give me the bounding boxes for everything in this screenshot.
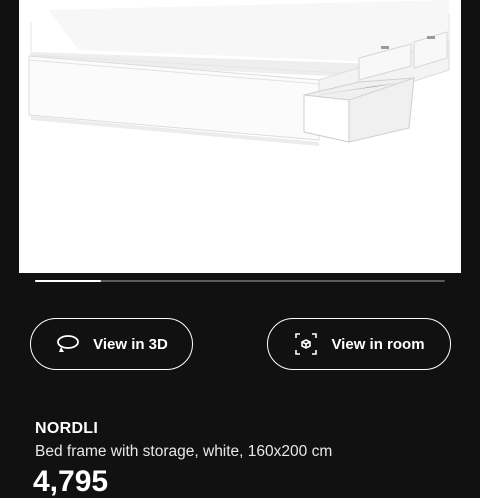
- product-description: Bed frame with storage, white, 160x200 c…: [35, 443, 333, 460]
- view-in-room-button[interactable]: View in room: [267, 318, 451, 370]
- ar-cube-icon: [293, 331, 319, 357]
- product-price: 4,795: [33, 465, 109, 498]
- view-in-room-label: View in room: [331, 335, 425, 353]
- carousel-progress-fill: [35, 280, 101, 282]
- view-in-3d-button[interactable]: View in 3D: [30, 318, 193, 370]
- view-in-3d-label: View in 3D: [93, 335, 168, 353]
- product-image[interactable]: [19, 0, 461, 273]
- bed-frame-illustration: [28, 0, 450, 146]
- rotate-3d-icon: [55, 331, 81, 357]
- image-carousel-progress[interactable]: [35, 280, 445, 282]
- product-name[interactable]: NORDLI: [35, 420, 98, 438]
